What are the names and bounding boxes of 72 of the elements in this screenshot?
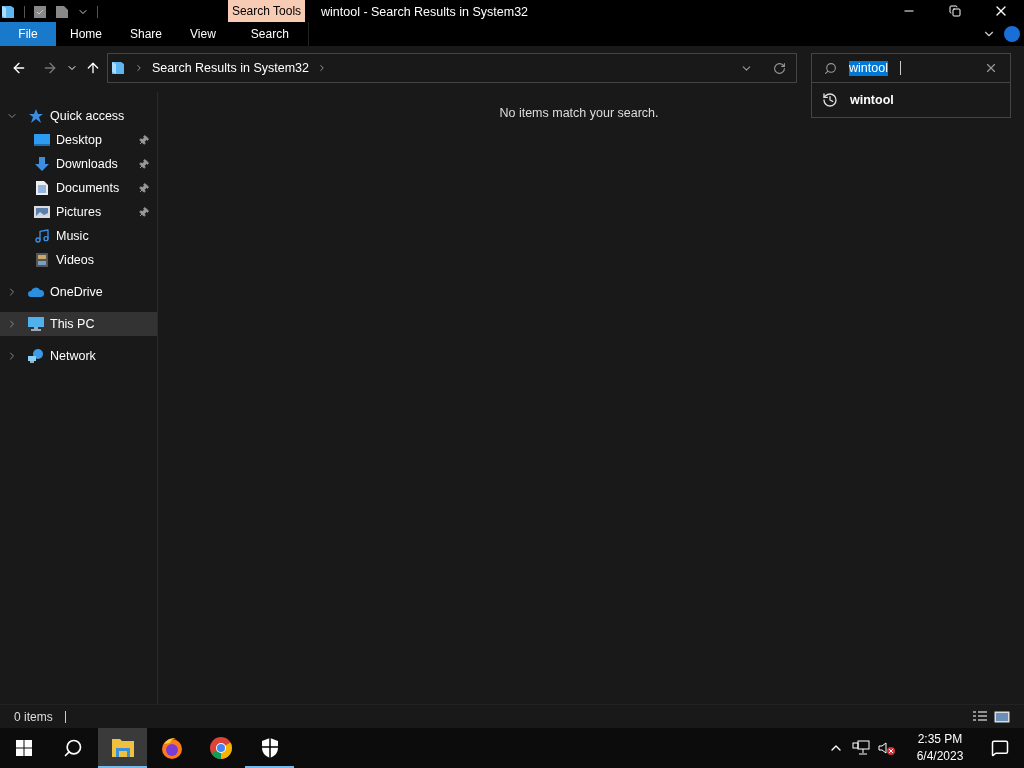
muted-speaker-icon[interactable] [878, 740, 896, 756]
ribbon-tab[interactable]: Search [231, 22, 309, 46]
windows-logo-icon [16, 740, 32, 756]
restore-icon [949, 5, 961, 17]
document-icon [35, 180, 49, 196]
suggestion-item[interactable]: wintool [812, 87, 1010, 113]
network-icon [27, 348, 45, 364]
nav-label: OneDrive [50, 283, 104, 301]
fox-globe-icon [159, 736, 184, 760]
nav-label: Pictures [56, 203, 103, 221]
nav-item[interactable]: Desktop [0, 128, 157, 152]
help-icon[interactable] [1004, 26, 1020, 42]
properties-icon[interactable] [33, 5, 47, 19]
folder-icon [110, 737, 135, 759]
item-count: 0 items [14, 708, 53, 726]
cloud-icon [27, 286, 45, 298]
nav-label: Videos [56, 251, 95, 269]
star-icon [28, 108, 44, 124]
history-icon [822, 92, 838, 108]
forward-arrow-icon[interactable] [42, 60, 58, 76]
nav-label: Network [50, 347, 97, 365]
new-folder-icon[interactable] [55, 5, 69, 19]
ribbon-tab[interactable]: Home [56, 22, 116, 46]
ribbon-tab[interactable]: Share [116, 22, 177, 46]
nav-label: Desktop [56, 131, 103, 149]
nav-item[interactable]: Network [0, 344, 157, 368]
image-icon [34, 205, 50, 219]
clock[interactable]: 2:35 PM 6/4/2023 [904, 731, 976, 765]
folder-icon [110, 60, 126, 76]
speech-bubble-icon [991, 739, 1009, 757]
search-icon [824, 61, 837, 75]
empty-message: No items match your search. [499, 105, 659, 120]
nav-item[interactable]: Music [0, 224, 157, 248]
breadcrumb-separator-icon [134, 63, 144, 73]
nav-item[interactable]: OneDrive [0, 280, 157, 304]
download-arrow-icon [34, 156, 50, 172]
refresh-icon[interactable] [773, 61, 786, 75]
breadcrumb-separator-icon [317, 63, 327, 73]
music-note-icon [34, 228, 50, 244]
nav-item[interactable]: This PC [0, 312, 157, 336]
clear-search-icon[interactable] [984, 61, 998, 75]
ribbon-tab[interactable]: View [176, 22, 230, 46]
desktop-icon [34, 133, 50, 147]
window-title: wintool - Search Results in System32 [321, 4, 529, 21]
nav-label: This PC [50, 315, 96, 333]
breadcrumb-item[interactable]: Search Results in System32 [152, 58, 309, 78]
nav-item[interactable]: Videos [0, 248, 157, 272]
details-view-icon[interactable] [972, 710, 988, 723]
browser-globe-icon [208, 736, 233, 760]
nav-item[interactable]: Quick access [0, 104, 157, 128]
large-icons-view-icon[interactable] [994, 710, 1010, 723]
nav-label: Downloads [56, 155, 119, 173]
search-icon [63, 738, 83, 758]
address-bar[interactable]: Search Results in System32 [107, 53, 797, 83]
folder-icon [0, 4, 16, 20]
network-icon[interactable] [852, 740, 870, 756]
ribbon-tab[interactable]: File [0, 22, 56, 46]
nav-label: Quick access [50, 107, 126, 125]
nav-item[interactable]: Downloads [0, 152, 157, 176]
nav-label: Documents [56, 179, 121, 197]
clock-date: 6/4/2023 [916, 748, 964, 765]
search-value: wintool [849, 60, 888, 76]
clock-time: 2:35 PM [917, 731, 963, 748]
text-cursor-icon [899, 61, 901, 75]
shield-icon [259, 737, 280, 759]
computer-icon [27, 316, 45, 332]
nav-item[interactable]: Documents [0, 176, 157, 200]
nav-label: Music [56, 227, 90, 245]
context-tab-header: Search Tools [228, 0, 305, 22]
film-icon [35, 252, 49, 268]
nav-item[interactable]: Pictures [0, 200, 157, 224]
taskbar-app[interactable] [98, 728, 147, 768]
